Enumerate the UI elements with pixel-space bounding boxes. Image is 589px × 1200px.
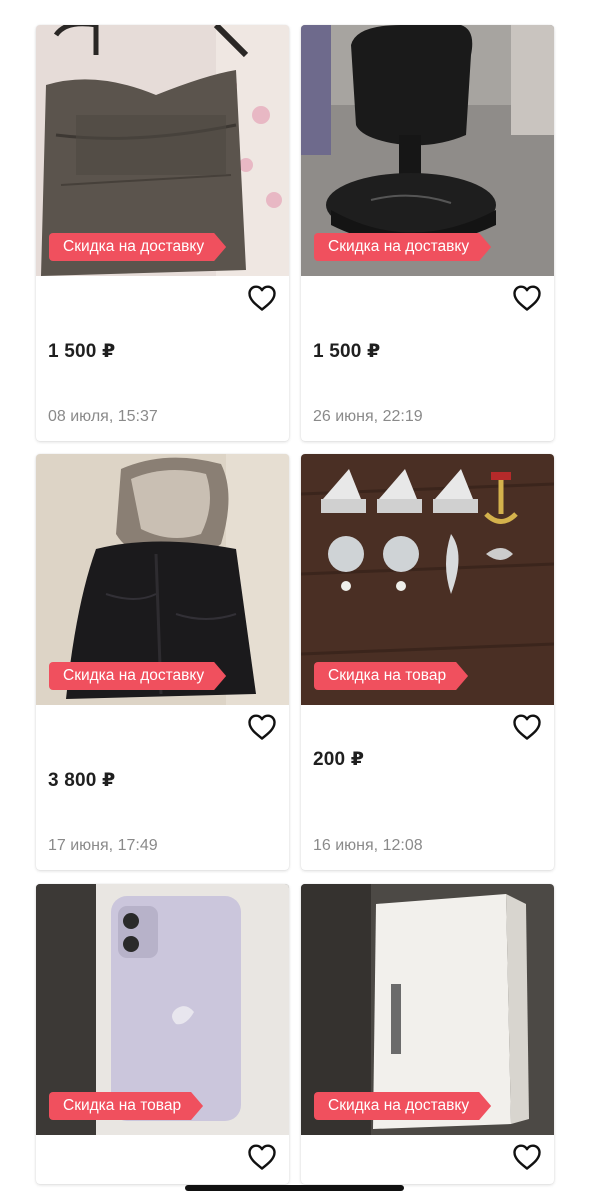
favorite-button[interactable]: [247, 1143, 277, 1171]
promo-badge: Скидка на доставку: [49, 233, 226, 261]
listing-photo[interactable]: Скидка на доставку: [36, 25, 289, 276]
listing-price: 3 800 ₽: [48, 770, 116, 791]
listing-photo[interactable]: Скидка на товар: [36, 884, 289, 1135]
listing-card[interactable]: Скидка на товар: [36, 884, 289, 1184]
heart-outline-icon: [248, 285, 276, 311]
favorite-button[interactable]: [512, 713, 542, 741]
heart-outline-icon: [248, 714, 276, 740]
listing-photo[interactable]: Скидка на доставку: [301, 25, 554, 276]
listing-price: 1 500 ₽: [313, 341, 381, 362]
favorite-button[interactable]: [247, 284, 277, 312]
heart-outline-icon: [513, 1144, 541, 1170]
listing-card[interactable]: Скидка на доставку 3 800 ₽ 17 июня, 17:4…: [36, 454, 289, 870]
listing-grid: Скидка на доставку 1 500 ₽ 08 июля, 15:3…: [0, 0, 589, 1200]
listing-card[interactable]: Скидка на доставку 1 500 ₽ 08 июля, 15:3…: [36, 25, 289, 441]
promo-badge: Скидка на товар: [49, 1092, 203, 1120]
favorite-button[interactable]: [512, 284, 542, 312]
listing-date: 17 июня, 17:49: [48, 837, 158, 854]
listing-card[interactable]: Скидка на доставку 1 500 ₽ 26 июня, 22:1…: [301, 25, 554, 441]
heart-outline-icon: [513, 285, 541, 311]
promo-badge: Скидка на доставку: [314, 233, 491, 261]
listing-card[interactable]: Скидка на доставку: [301, 884, 554, 1184]
favorite-button[interactable]: [247, 713, 277, 741]
home-indicator[interactable]: [185, 1185, 404, 1191]
listing-date: 26 июня, 22:19: [313, 408, 423, 425]
promo-badge: Скидка на доставку: [314, 1092, 491, 1120]
listing-date: 08 июля, 15:37: [48, 408, 158, 425]
heart-outline-icon: [513, 714, 541, 740]
heart-outline-icon: [248, 1144, 276, 1170]
listing-photo[interactable]: Скидка на товар: [301, 454, 554, 705]
listing-card[interactable]: Скидка на товар 200 ₽ 16 июня, 12:08: [301, 454, 554, 870]
listing-photo[interactable]: Скидка на доставку: [301, 884, 554, 1135]
listing-date: 16 июня, 12:08: [313, 837, 423, 854]
listing-price: 1 500 ₽: [48, 341, 116, 362]
favorite-button[interactable]: [512, 1143, 542, 1171]
promo-badge: Скидка на товар: [314, 662, 468, 690]
listing-photo[interactable]: Скидка на доставку: [36, 454, 289, 705]
listing-price: 200 ₽: [313, 749, 365, 770]
promo-badge: Скидка на доставку: [49, 662, 226, 690]
